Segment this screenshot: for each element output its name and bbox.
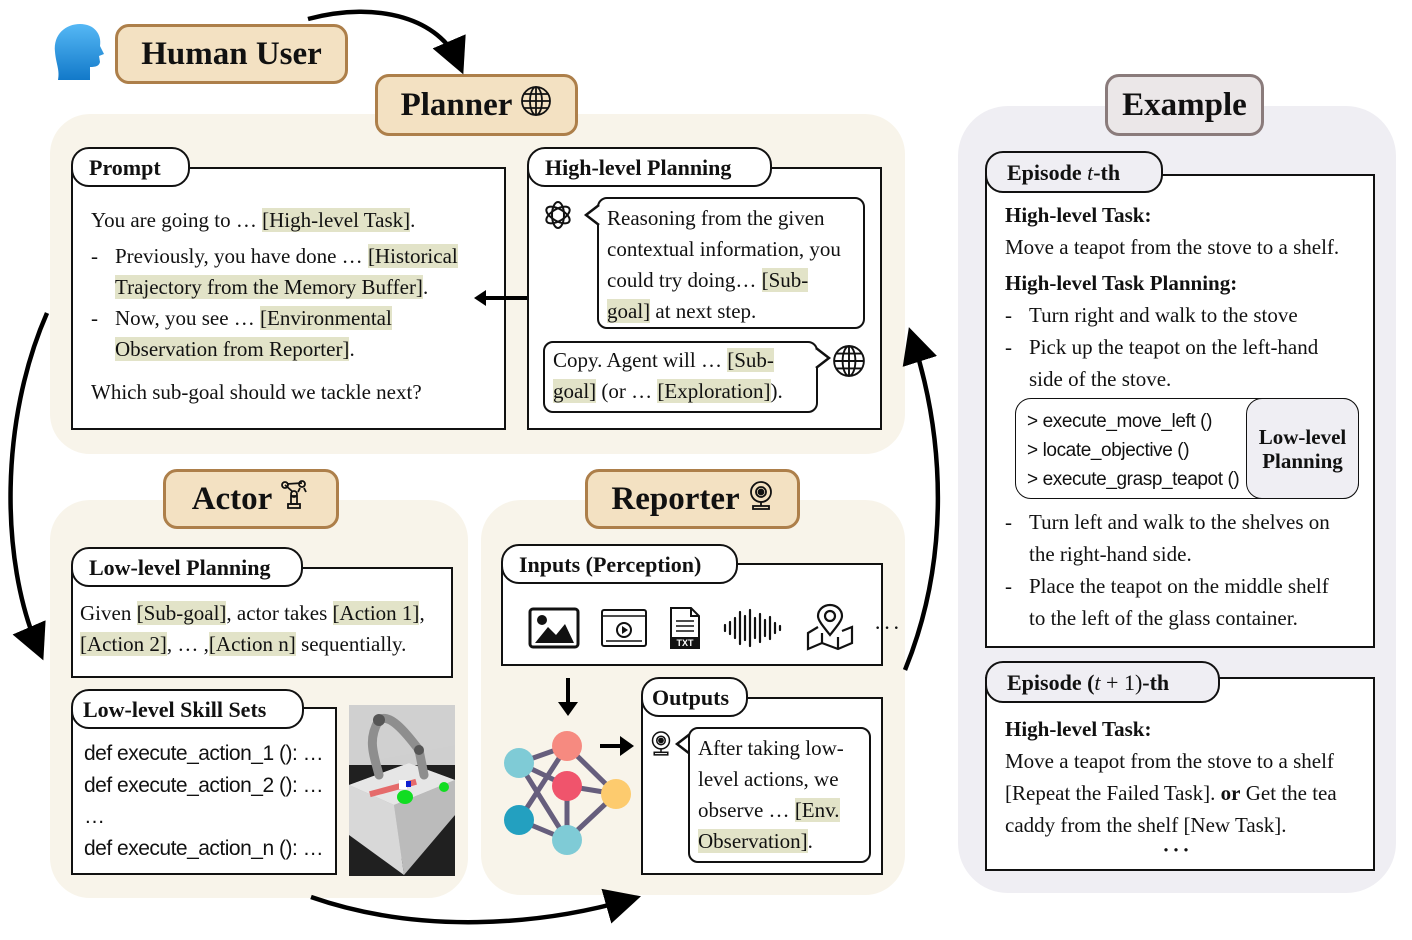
image-icon <box>528 607 580 649</box>
skill-line: def execute_action_2 (): … <box>84 773 324 797</box>
episode-t1-content: High-level Task: Move a teapot from the … <box>1005 713 1370 862</box>
reply-line: Reasoning from the given <box>607 206 825 230</box>
low-level-planning-tab: Low-level Planning <box>71 547 303 587</box>
low-level-planning-text: Given [Sub-goal], actor takes [Action 1]… <box>80 598 450 660</box>
badge-line: Planning <box>1262 448 1343 473</box>
human-head-icon <box>52 22 104 82</box>
prompt-text: You are going to … [High-level Task]. - … <box>91 205 501 408</box>
prompt-question: Which sub-goal should we tackle next? <box>91 380 422 404</box>
perception-icons: TXT ··· <box>528 603 900 651</box>
episode-t1-tab: Episode (t + 1)-th <box>985 661 1220 703</box>
llm-reply-bubble: Reasoning from the given contextual info… <box>597 197 865 329</box>
skill-sets-code: def execute_action_1 (): … def execute_a… <box>84 738 334 864</box>
bubble-pointer <box>583 204 600 226</box>
output-line: Observation]. <box>698 829 813 853</box>
badge-line: Low-level <box>1258 424 1347 449</box>
human-user-label: Human User <box>115 24 348 84</box>
actor-title: Actor <box>163 469 339 529</box>
audio-waveform-icon <box>723 608 782 648</box>
task-label: High-level Task: <box>1005 203 1152 227</box>
skill-line: def execute_action_n (): … <box>84 836 324 860</box>
episode-t-content: High-level Task: Move a teapot from the … <box>1005 199 1370 395</box>
prompt-line-observation: - Now, you see … [Environmental Observati… <box>91 306 392 361</box>
output-line: level actions, we <box>698 767 839 791</box>
robot-arm-simulation-image <box>349 705 455 876</box>
low-level-calls: > execute_move_left () > locate_objectiv… <box>1027 407 1247 494</box>
planner-title-text: Planner <box>400 86 513 123</box>
task-text: Move a teapot from the stove to a shelf. <box>1005 235 1340 259</box>
call-line: > execute_move_left () <box>1027 411 1212 432</box>
high-level-planning-tab: High-level Planning <box>527 147 772 187</box>
map-pin-icon <box>806 603 854 651</box>
call-line: > locate_objective () <box>1027 440 1190 461</box>
txt-file-icon: TXT <box>670 607 700 649</box>
agent-ack-bubble: Copy. Agent will … [Sub- goal] (or … [Ex… <box>543 341 818 413</box>
arrow-reporter-to-planner <box>902 327 941 671</box>
task-text: [Repeat the Failed Task]. or Get the tea <box>1005 781 1337 805</box>
openai-logo-icon <box>541 198 575 232</box>
more-ellipsis: ··· <box>1162 838 1193 862</box>
output-line: After taking low- <box>698 736 844 760</box>
prompt-line-history: - Previously, you have done … [Historica… <box>91 244 458 299</box>
outputs-tab: Outputs <box>641 677 748 717</box>
globe-icon <box>520 85 552 126</box>
skill-line: def execute_action_1 (): … <box>84 742 324 765</box>
prompt-line-task: You are going to … [High-level Task]. <box>91 208 416 232</box>
reporter-title-text: Reporter <box>611 480 740 517</box>
plan-step: - Turn left and walk to the shelves on the… <box>1005 510 1330 566</box>
example-title-text: Example <box>1122 86 1247 123</box>
example-title: Example <box>1105 74 1264 136</box>
ack-line: goal] (or … [Exploration]). <box>553 379 783 403</box>
low-level-planning-badge: Low-level Planning <box>1246 398 1359 499</box>
ack-line: Copy. Agent will … [Sub- <box>553 348 774 372</box>
arrow-planner-to-actor <box>8 312 50 661</box>
bubble-pointer <box>815 347 832 369</box>
planner-title: Planner <box>375 74 578 136</box>
video-icon <box>601 609 647 647</box>
arrow-down-icon <box>558 678 578 716</box>
task-label: High-level Task: <box>1005 717 1152 741</box>
llp-line: Given [Sub-goal], actor takes [Action 1]… <box>80 601 425 625</box>
reporter-title: Reporter <box>585 469 800 529</box>
call-line: > execute_grasp_teapot () <box>1027 469 1240 490</box>
task-text: Move a teapot from the stove to a shelf <box>1005 749 1334 773</box>
episode-t-content-continued: - Turn left and walk to the shelves on the… <box>1005 506 1370 634</box>
reporter-output-bubble: After taking low- level actions, we obse… <box>688 727 871 863</box>
reply-line: goal] at next step. <box>607 299 757 323</box>
inputs-tab: Inputs (Perception) <box>501 544 738 584</box>
human-user-text: Human User <box>141 35 322 72</box>
webcam-icon <box>650 730 672 756</box>
episode-t-tab: Episode t-th <box>985 151 1163 193</box>
prompt-tab: Prompt <box>71 147 190 187</box>
more-inputs: ··· <box>874 615 902 640</box>
svg-text:TXT: TXT <box>677 638 695 648</box>
arrow-actor-to-reporter <box>310 888 641 925</box>
reply-line: could try doing… [Sub- <box>607 268 809 292</box>
skill-sets-tab: Low-level Skill Sets <box>71 689 304 729</box>
actor-title-text: Actor <box>191 480 273 517</box>
globe-icon <box>832 344 866 378</box>
plan-step: - Turn right and walk to the stove <box>1005 303 1298 327</box>
plan-step: - Pick up the teapot on the left-hand side… <box>1005 335 1319 391</box>
llp-line: [Action 2], … ,[Action n] sequentially. <box>80 632 407 656</box>
skill-line: … <box>84 805 105 828</box>
neural-network-icon <box>500 728 636 863</box>
output-line: observe … [Env. <box>698 798 840 822</box>
webcam-icon <box>748 480 774 519</box>
reply-line: contextual information, you <box>607 237 841 261</box>
planning-label: High-level Task Planning: <box>1005 271 1238 295</box>
task-text: caddy from the shelf [New Task]. <box>1005 813 1287 837</box>
plan-step: - Place the teapot on the middle shelf to … <box>1005 574 1329 630</box>
robot-arm-icon <box>280 479 310 519</box>
